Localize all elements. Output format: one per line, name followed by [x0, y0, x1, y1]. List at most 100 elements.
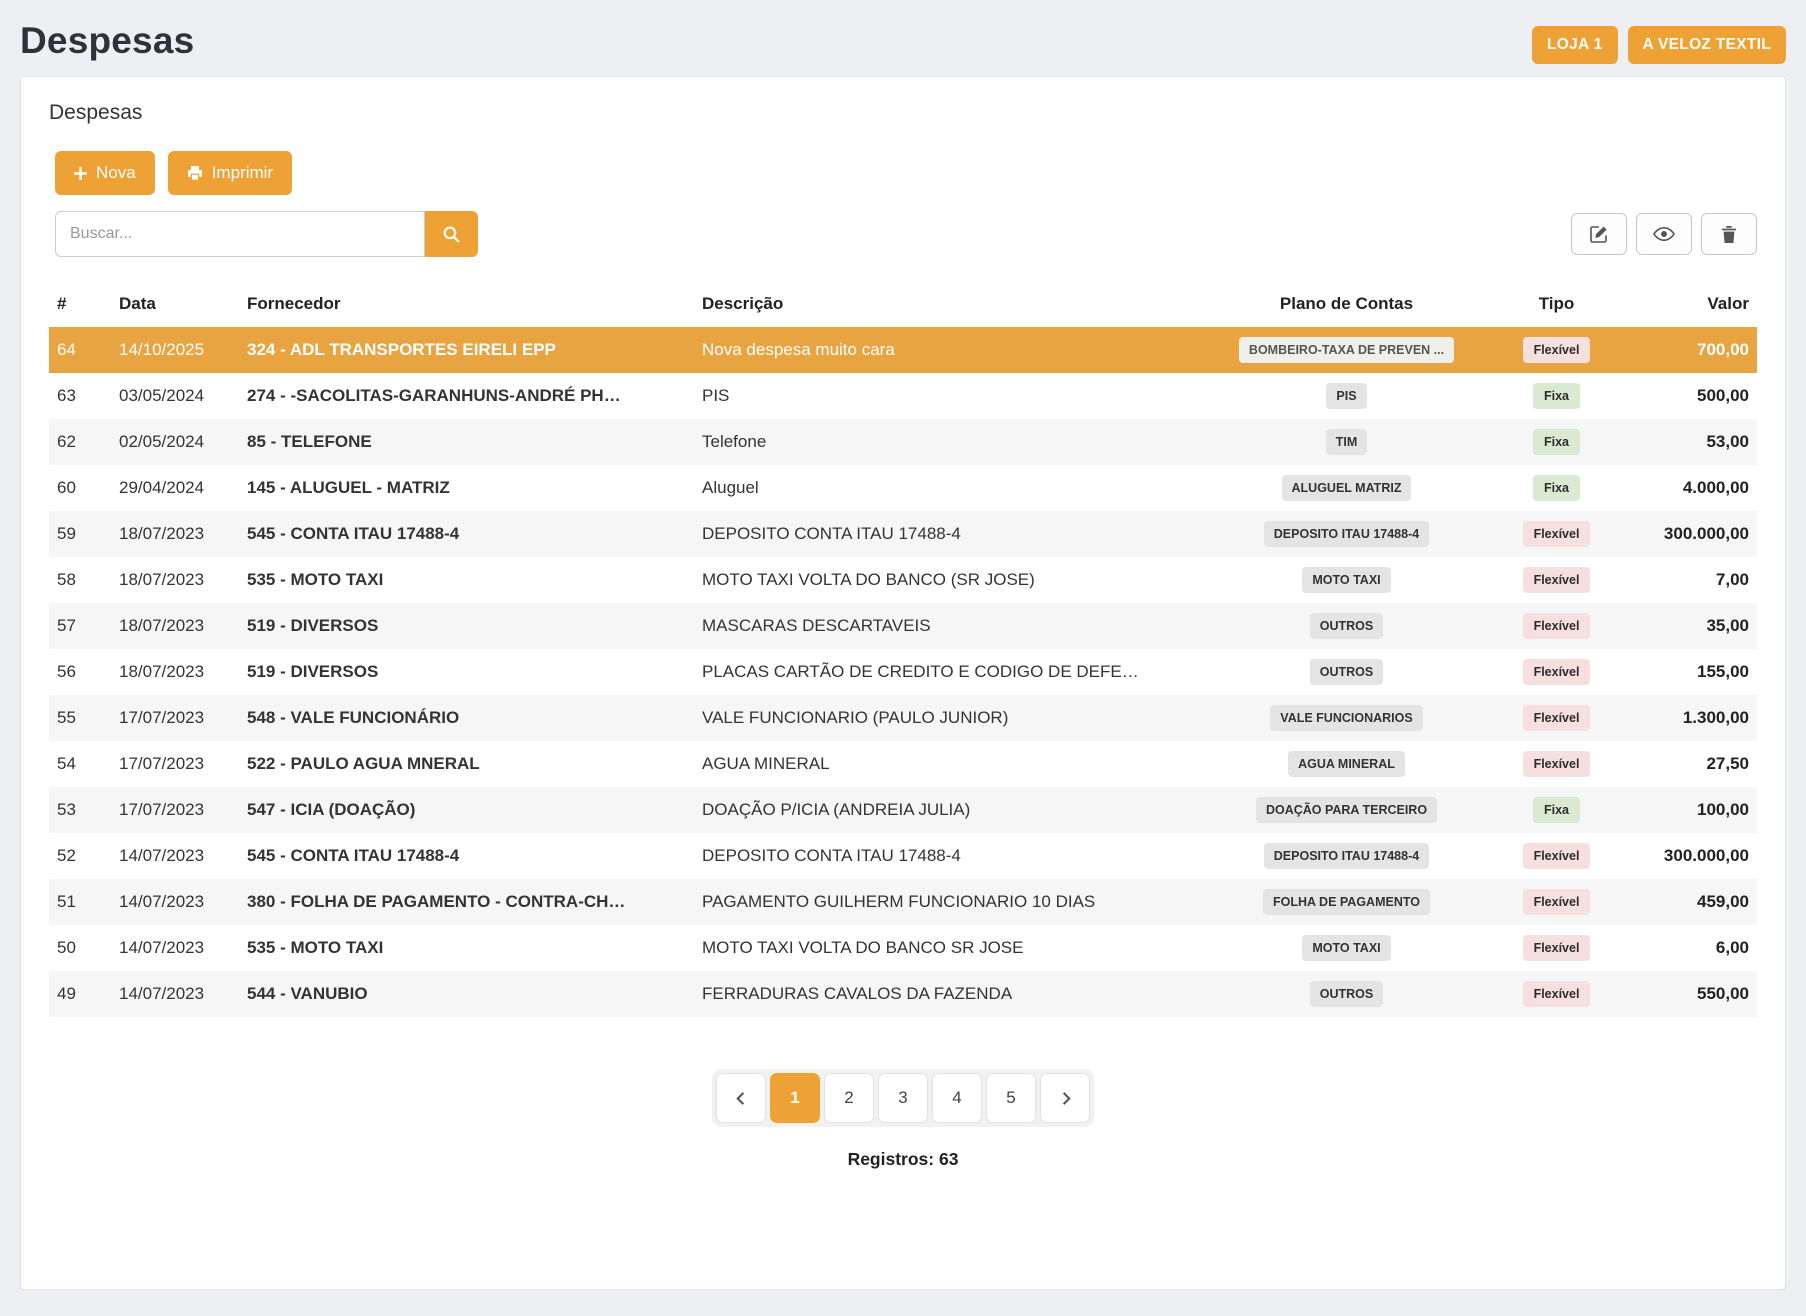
table-row[interactable]: 5114/07/2023380 - FOLHA DE PAGAMENTO - C…	[49, 879, 1757, 925]
cell-num: 58	[49, 557, 111, 603]
row-action-buttons	[1571, 213, 1757, 255]
cell-valor: 1.300,00	[1624, 695, 1757, 741]
cell-descricao: FERRADURAS CAVALOS DA FAZENDA	[694, 971, 1204, 1017]
cell-descricao: VALE FUNCIONARIO (PAULO JUNIOR)	[694, 695, 1204, 741]
cell-plano: FOLHA DE PAGAMENTO	[1204, 879, 1489, 925]
table-row[interactable]: 5517/07/2023548 - VALE FUNCIONÁRIOVALE F…	[49, 695, 1757, 741]
table-row[interactable]: 6202/05/202485 - TELEFONETelefoneTIMFixa…	[49, 419, 1757, 465]
table-row[interactable]: 4914/07/2023544 - VANUBIOFERRADURAS CAVA…	[49, 971, 1757, 1017]
header-data: Data	[111, 281, 239, 327]
search-button[interactable]	[425, 211, 478, 257]
plano-badge: BOMBEIRO-TAXA DE PREVEN ...	[1239, 337, 1454, 363]
cell-num: 53	[49, 787, 111, 833]
table-header-row: # Data Fornecedor Descrição Plano de Con…	[49, 281, 1757, 327]
table-row[interactable]: 5417/07/2023522 - PAULO AGUA MNERALAGUA …	[49, 741, 1757, 787]
cell-fornecedor: 545 - CONTA ITAU 17488-4	[239, 511, 694, 557]
tipo-badge: Flexível	[1523, 843, 1591, 869]
cell-num: 62	[49, 419, 111, 465]
tipo-badge: Fixa	[1533, 383, 1580, 409]
cell-num: 57	[49, 603, 111, 649]
cell-tipo: Flexível	[1489, 557, 1624, 603]
cell-num: 50	[49, 925, 111, 971]
nova-button[interactable]: Nova	[55, 151, 155, 195]
cell-fornecedor: 547 - ICIA (DOAÇÃO)	[239, 787, 694, 833]
cell-descricao: DEPOSITO CONTA ITAU 17488-4	[694, 511, 1204, 557]
cell-data: 18/07/2023	[111, 649, 239, 695]
store-button[interactable]: LOJA 1	[1532, 26, 1618, 64]
cell-fornecedor: 548 - VALE FUNCIONÁRIO	[239, 695, 694, 741]
plano-badge: OUTROS	[1310, 659, 1383, 685]
cell-data: 14/10/2025	[111, 327, 239, 373]
store-buttons: LOJA 1 A VELOZ TEXTIL	[1532, 26, 1786, 64]
plano-badge: OUTROS	[1310, 613, 1383, 639]
table-row[interactable]: 5618/07/2023519 - DIVERSOSPLACAS CARTÃO …	[49, 649, 1757, 695]
table-row[interactable]: 5918/07/2023545 - CONTA ITAU 17488-4DEPO…	[49, 511, 1757, 557]
tipo-badge: Fixa	[1533, 429, 1580, 455]
cell-descricao: Aluguel	[694, 465, 1204, 511]
cell-descricao: AGUA MINERAL	[694, 741, 1204, 787]
table-row[interactable]: 6029/04/2024145 - ALUGUEL - MATRIZAlugue…	[49, 465, 1757, 511]
topbar: Despesas LOJA 1 A VELOZ TEXTIL	[0, 0, 1806, 76]
magnifier-icon	[442, 225, 461, 244]
cell-num: 49	[49, 971, 111, 1017]
cell-num: 55	[49, 695, 111, 741]
cell-tipo: Fixa	[1489, 373, 1624, 419]
pagination-page-1[interactable]: 1	[770, 1073, 820, 1123]
search-input[interactable]	[55, 211, 425, 257]
company-button[interactable]: A VELOZ TEXTIL	[1628, 26, 1787, 64]
table-row[interactable]: 6414/10/2025324 - ADL TRANSPORTES EIRELI…	[49, 327, 1757, 373]
expenses-table: # Data Fornecedor Descrição Plano de Con…	[49, 281, 1757, 1017]
cell-descricao: PAGAMENTO GUILHERM FUNCIONARIO 10 DIAS	[694, 879, 1204, 925]
table-row[interactable]: 6303/05/2024274 - -SACOLITAS-GARANHUNS-A…	[49, 373, 1757, 419]
cell-valor: 53,00	[1624, 419, 1757, 465]
table-row[interactable]: 5214/07/2023545 - CONTA ITAU 17488-4DEPO…	[49, 833, 1757, 879]
printer-icon	[187, 166, 203, 181]
cell-valor: 100,00	[1624, 787, 1757, 833]
pagination-prev-button[interactable]	[716, 1073, 766, 1123]
chevron-right-icon	[1058, 1091, 1073, 1106]
cell-plano: AGUA MINERAL	[1204, 741, 1489, 787]
cell-descricao: MASCARAS DESCARTAVEIS	[694, 603, 1204, 649]
cell-fornecedor: 274 - -SACOLITAS-GARANHUNS-ANDRÉ PH…	[239, 373, 694, 419]
cell-plano: OUTROS	[1204, 603, 1489, 649]
cell-fornecedor: 145 - ALUGUEL - MATRIZ	[239, 465, 694, 511]
expenses-table-body: 6414/10/2025324 - ADL TRANSPORTES EIRELI…	[49, 327, 1757, 1017]
tipo-badge: Flexível	[1523, 613, 1591, 639]
pagination-page-5[interactable]: 5	[986, 1073, 1036, 1123]
tipo-badge: Flexível	[1523, 337, 1591, 363]
table-row[interactable]: 5718/07/2023519 - DIVERSOSMASCARAS DESCA…	[49, 603, 1757, 649]
table-row[interactable]: 5818/07/2023535 - MOTO TAXIMOTO TAXI VOL…	[49, 557, 1757, 603]
plano-badge: DEPOSITO ITAU 17488-4	[1264, 843, 1429, 869]
view-button[interactable]	[1636, 213, 1692, 255]
pagination-page-2[interactable]: 2	[824, 1073, 874, 1123]
cell-plano: ALUGUEL MATRIZ	[1204, 465, 1489, 511]
cell-fornecedor: 85 - TELEFONE	[239, 419, 694, 465]
pencil-square-icon	[1590, 225, 1609, 244]
pagination-page-4[interactable]: 4	[932, 1073, 982, 1123]
cell-fornecedor: 544 - VANUBIO	[239, 971, 694, 1017]
cell-descricao: MOTO TAXI VOLTA DO BANCO SR JOSE	[694, 925, 1204, 971]
trash-icon	[1721, 226, 1737, 243]
cell-plano: MOTO TAXI	[1204, 925, 1489, 971]
header-plano: Plano de Contas	[1204, 281, 1489, 327]
cell-plano: DOAÇÃO PARA TERCEIRO	[1204, 787, 1489, 833]
cell-fornecedor: 535 - MOTO TAXI	[239, 557, 694, 603]
edit-button[interactable]	[1571, 213, 1627, 255]
table-row[interactable]: 5014/07/2023535 - MOTO TAXIMOTO TAXI VOL…	[49, 925, 1757, 971]
imprimir-button[interactable]: Imprimir	[168, 151, 292, 195]
cell-descricao: DOAÇÃO P/ICIA (ANDREIA JULIA)	[694, 787, 1204, 833]
cell-valor: 300.000,00	[1624, 511, 1757, 557]
cell-plano: OUTROS	[1204, 649, 1489, 695]
cell-valor: 550,00	[1624, 971, 1757, 1017]
cell-plano: OUTROS	[1204, 971, 1489, 1017]
cell-descricao: DEPOSITO CONTA ITAU 17488-4	[694, 833, 1204, 879]
cell-fornecedor: 519 - DIVERSOS	[239, 603, 694, 649]
pagination-next-button[interactable]	[1040, 1073, 1090, 1123]
pagination-page-3[interactable]: 3	[878, 1073, 928, 1123]
delete-button[interactable]	[1701, 213, 1757, 255]
cell-descricao: PIS	[694, 373, 1204, 419]
table-row[interactable]: 5317/07/2023547 - ICIA (DOAÇÃO)DOAÇÃO P/…	[49, 787, 1757, 833]
search-group	[55, 211, 478, 257]
cell-plano: PIS	[1204, 373, 1489, 419]
cell-valor: 27,50	[1624, 741, 1757, 787]
